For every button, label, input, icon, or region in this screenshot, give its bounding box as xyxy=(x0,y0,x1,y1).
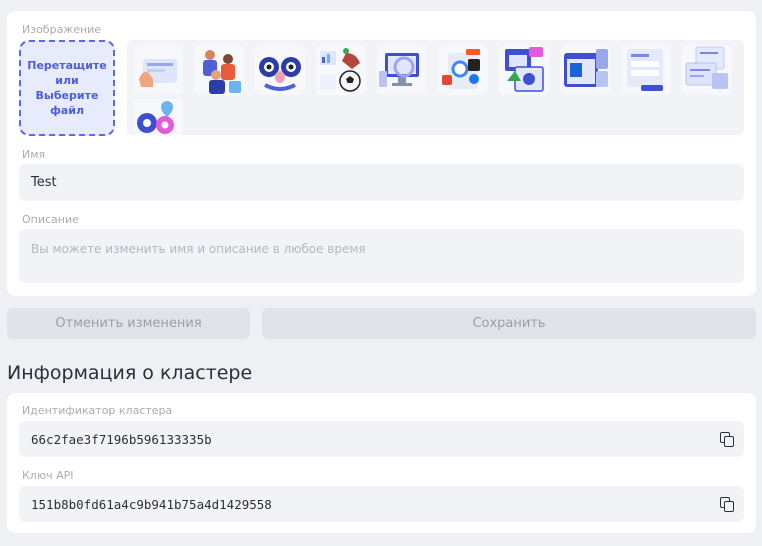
api-key-label: Ключ API xyxy=(22,469,74,482)
cloud-window-illustration-icon[interactable] xyxy=(560,45,610,95)
description-label: Описание xyxy=(22,213,79,226)
charts-ball-illustration-icon[interactable] xyxy=(316,45,366,95)
cluster-info-title: Информация о кластере xyxy=(7,362,253,384)
dropzone-line-2: или xyxy=(55,74,79,87)
image-gallery xyxy=(127,40,744,135)
cluster-id-label: Идентификатор кластера xyxy=(22,404,173,417)
name-label: Имя xyxy=(22,148,46,161)
documents-illustration-icon[interactable] xyxy=(682,45,732,95)
form-card-illustration-icon[interactable] xyxy=(621,45,671,95)
cluster-settings-card: Изображение Перетащите или Выберите файл xyxy=(7,11,756,296)
image-dropzone[interactable]: Перетащите или Выберите файл xyxy=(19,40,115,136)
apps-logos-illustration-icon[interactable] xyxy=(438,45,488,95)
api-key-value: 151b8b0fd61a4c9b941b75a4d1429558 xyxy=(31,496,272,512)
description-textarea[interactable]: Вы можете изменить имя и описание в любо… xyxy=(19,229,744,283)
hand-screen-illustration-icon[interactable] xyxy=(133,45,183,95)
monitor-refresh-illustration-icon[interactable] xyxy=(377,45,427,95)
xd-windows-illustration-icon[interactable] xyxy=(499,45,549,95)
api-key-field: 151b8b0fd61a4c9b941b75a4d1429558 xyxy=(19,486,744,522)
dropzone-line-3: Выберите файл xyxy=(35,89,99,117)
save-button[interactable]: Сохранить xyxy=(262,308,756,339)
copy-icon[interactable] xyxy=(720,432,734,447)
cluster-info-card: Идентификатор кластера 66c2fae3f7196b596… xyxy=(7,393,756,533)
cancel-changes-button[interactable]: Отменить изменения xyxy=(7,308,250,339)
location-pins-illustration-icon[interactable] xyxy=(133,99,183,135)
team-people-illustration-icon[interactable] xyxy=(194,45,244,95)
image-label: Изображение xyxy=(22,23,102,36)
cluster-id-field: 66c2fae3f7196b596133335b xyxy=(19,421,744,457)
name-input[interactable]: Test xyxy=(19,164,744,201)
copy-icon[interactable] xyxy=(720,497,734,512)
dropzone-line-1: Перетащите xyxy=(27,59,107,72)
glasses-mask-illustration-icon[interactable] xyxy=(255,45,305,95)
cluster-id-value: 66c2fae3f7196b596133335b xyxy=(31,431,212,447)
